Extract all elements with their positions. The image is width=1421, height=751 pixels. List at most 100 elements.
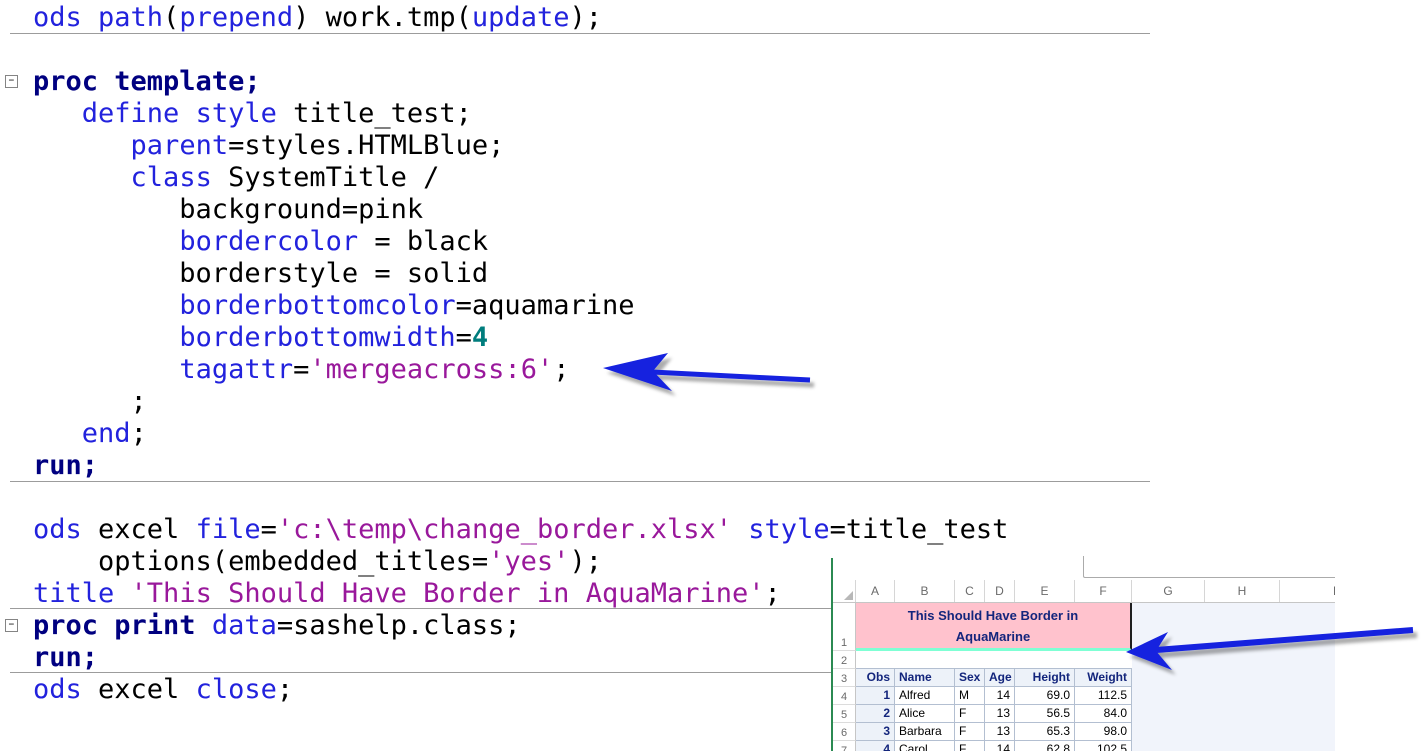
row-number-1[interactable]: 1 [833, 603, 856, 651]
code-token-keyword: end [82, 418, 131, 449]
collapse-toggle-icon[interactable]: − [5, 75, 18, 88]
code-line: borderbottomcolor=aquamarine [33, 290, 634, 322]
code-token-plain [33, 162, 131, 193]
code-line: ods excel close; [33, 674, 293, 706]
code-token-plain [33, 98, 82, 129]
code-token-proc: run; [33, 642, 98, 673]
column-header-I[interactable]: I [1280, 580, 1335, 602]
table-cell: 56.5 [1015, 705, 1075, 723]
statement-divider [10, 608, 833, 609]
code-token-plain [114, 578, 130, 609]
table-cell: 69.0 [1015, 687, 1075, 705]
table-cell: 62.8 [1015, 741, 1075, 751]
code-token-plain: =aquamarine [456, 290, 635, 321]
column-header-G[interactable]: G [1132, 580, 1205, 602]
code-token-plain: borderstyle = solid [33, 258, 488, 289]
code-token-plain: ; [765, 578, 781, 609]
code-token-string: 'This Should Have Border in AquaMarine' [131, 578, 765, 609]
column-header-E[interactable]: E [1015, 580, 1075, 602]
code-token-keyword: tagattr [179, 354, 293, 385]
code-token-keyword: ods [33, 514, 82, 545]
code-line: tagattr='mergeacross:6'; [33, 354, 569, 386]
code-token-plain: = [261, 514, 277, 545]
code-token-plain: ( [163, 2, 179, 33]
table-cell: 14 [985, 687, 1015, 705]
code-token-plain [33, 418, 82, 449]
table-cell: 13 [985, 723, 1015, 741]
table-cell: 112.5 [1075, 687, 1132, 705]
row-number-7[interactable]: 7 [833, 741, 856, 751]
row-number-3[interactable]: 3 [833, 669, 856, 687]
table-cell: Barbara [895, 723, 955, 741]
statement-divider [10, 672, 833, 673]
code-token-plain [33, 354, 179, 385]
column-header-A[interactable]: A [856, 580, 895, 602]
table-cell: 102.5 [1075, 741, 1132, 751]
code-token-keyword: prepend [179, 2, 293, 33]
code-token-keyword: bordercolor [179, 226, 358, 257]
column-header-D[interactable]: D [985, 580, 1015, 602]
code-line: proc print data=sashelp.class; [33, 610, 521, 642]
table-cell: 84.0 [1075, 705, 1132, 723]
table-header-cell: Age [985, 669, 1015, 687]
code-token-proc: run; [33, 450, 98, 481]
table-cell: Alice [895, 705, 955, 723]
code-token-plain [33, 226, 179, 257]
code-token-plain: ; [553, 354, 569, 385]
code-token-keyword: parent [131, 130, 229, 161]
code-token-plain: options(embedded_titles= [33, 546, 488, 577]
column-header-F[interactable]: F [1075, 580, 1132, 602]
code-line: bordercolor = black [33, 226, 488, 258]
formula-bar-fragment [1083, 556, 1335, 578]
code-line: borderbottomwidth=4 [33, 322, 488, 354]
code-token-plain [196, 610, 212, 641]
code-line: define style title_test; [33, 98, 472, 130]
table-cell: Carol [895, 741, 955, 751]
code-token-keyword: ods path [33, 2, 163, 33]
code-token-keyword: update [472, 2, 570, 33]
code-line: class SystemTitle / [33, 162, 439, 194]
row-number-5[interactable]: 5 [833, 705, 856, 723]
code-token-plain: ; [33, 386, 147, 417]
excel-title-cell: This Should Have Border in AquaMarine [856, 603, 1132, 651]
excel-title-text: This Should Have Border in [856, 607, 1130, 624]
row-number-6[interactable]: 6 [833, 723, 856, 741]
column-header-H[interactable]: H [1205, 580, 1280, 602]
code-token-plain: = [293, 354, 309, 385]
excel-title-text: AquaMarine [856, 628, 1130, 645]
table-cell: 2 [856, 705, 895, 723]
code-token-plain: = [456, 322, 472, 353]
collapse-toggle-icon[interactable]: − [5, 619, 18, 632]
code-token-string: 'c:\temp\change_border.xlsx' [277, 514, 732, 545]
code-token-string: 'mergeacross:6' [309, 354, 553, 385]
table-cell: Alfred [895, 687, 955, 705]
statement-divider [10, 481, 1150, 482]
code-line: background=pink [33, 194, 423, 226]
code-line: ods path(prepend) work.tmp(update); [33, 2, 602, 34]
table-cell: F [955, 705, 985, 723]
code-token-plain: =styles.HTMLBlue; [228, 130, 504, 161]
code-token-number: 4 [472, 322, 488, 353]
column-header-B[interactable]: B [895, 580, 955, 602]
code-token-plain: ; [131, 418, 147, 449]
code-line: run; [33, 450, 98, 482]
code-token-string: 'yes' [488, 546, 569, 577]
table-cell: 14 [985, 741, 1015, 751]
row-number-4[interactable]: 4 [833, 687, 856, 705]
code-token-keyword: ods [33, 674, 82, 705]
code-token-keyword: class [131, 162, 212, 193]
code-token-plain: excel [82, 674, 196, 705]
code-token-plain: background=pink [33, 194, 423, 225]
statement-divider [10, 33, 1150, 34]
excel-window-edge [831, 558, 833, 751]
table-cell: 1 [856, 687, 895, 705]
code-line: ; [33, 386, 147, 418]
code-token-keyword: close [196, 674, 277, 705]
row-number-2[interactable]: 2 [833, 651, 856, 669]
table-header-cell: Weight [1075, 669, 1132, 687]
table-cell: 4 [856, 741, 895, 751]
column-header-C[interactable]: C [955, 580, 985, 602]
code-token-plain: ; [277, 674, 293, 705]
table-cell: F [955, 723, 985, 741]
code-token-proc: proc template; [33, 66, 261, 97]
